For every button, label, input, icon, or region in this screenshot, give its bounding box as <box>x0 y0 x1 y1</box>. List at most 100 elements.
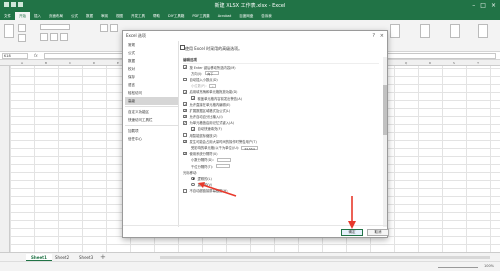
tab-tell-me[interactable]: 告诉我 <box>257 12 276 19</box>
scrollbar-thumb[interactable] <box>383 85 387 135</box>
nav-item-trust-center[interactable]: 信任中心 <box>125 135 178 143</box>
close-window-button[interactable]: × <box>491 2 496 9</box>
checkbox[interactable] <box>183 121 187 125</box>
paste-icon[interactable] <box>4 24 14 38</box>
options-scrollbar[interactable] <box>383 57 387 227</box>
column-header[interactable]: R <box>418 61 442 65</box>
option-label: 方向(I): <box>191 71 203 76</box>
option-label: 逻辑的(L) <box>197 176 212 181</box>
when-cells-spinner[interactable]: 33,554 <box>241 145 258 151</box>
column-header[interactable]: A <box>10 61 34 65</box>
dialog-title: Excel 选项 <box>126 33 146 38</box>
nav-item-add-ins[interactable]: 加载项 <box>125 127 178 135</box>
tab-formulas[interactable]: 公式 <box>67 12 82 19</box>
cut-icon[interactable] <box>18 24 26 32</box>
nav-item-quick-access[interactable]: 快速访问工具栏 <box>125 116 178 124</box>
column-header[interactable]: T <box>466 61 490 65</box>
nav-item-save[interactable]: 保存 <box>125 73 178 81</box>
name-box[interactable]: K18 <box>2 53 28 59</box>
bold-icon[interactable] <box>40 33 48 41</box>
italic-icon[interactable] <box>50 33 58 41</box>
option-label: 覆盖单元格内容前发出警告(A) <box>197 96 242 101</box>
option-label: 自动插入小数点(D) <box>189 77 218 82</box>
tab-pdf-tools[interactable]: PDF工具集 <box>188 12 213 19</box>
tab-diy-toolbox[interactable]: DIY工具箱 <box>164 12 188 19</box>
nav-item-data[interactable]: 数据 <box>125 57 178 65</box>
sheet-tab-sheet1[interactable]: Sheet1 <box>26 254 52 261</box>
checkbox[interactable] <box>183 90 187 94</box>
zoom-level[interactable]: 100% <box>484 264 494 268</box>
checkbox[interactable] <box>183 102 187 106</box>
conditional-format-icon[interactable] <box>390 24 400 38</box>
fx-icon[interactable]: fx <box>34 53 38 58</box>
ribbon-tabs: 文件 开始 插入 页面布局 公式 数据 审阅 视图 开发工具 帮助 DIY工具箱 PDF工具集 Acro… <box>0 12 500 20</box>
copy-icon[interactable] <box>18 34 26 42</box>
column-header[interactable]: S <box>442 61 466 65</box>
tab-data[interactable]: 数据 <box>82 12 97 19</box>
column-header[interactable]: D <box>82 61 106 65</box>
dialog-close-icon[interactable]: × <box>380 33 384 39</box>
nav-item-proofing[interactable]: 校对 <box>125 65 178 73</box>
nav-item-customize-ribbon[interactable]: 自定义功能区 <box>125 108 178 116</box>
tab-home[interactable]: 开始 <box>15 12 30 20</box>
column-header[interactable]: Q <box>394 61 418 65</box>
sheet-tab-sheet3[interactable]: Sheet3 <box>74 254 98 261</box>
add-sheet-button[interactable]: + <box>100 253 106 261</box>
thousands-separator-input[interactable] <box>216 164 231 169</box>
tab-insert[interactable]: 插入 <box>30 12 45 19</box>
nav-item-accessibility[interactable]: 轻松访问 <box>125 89 178 97</box>
checkbox[interactable] <box>183 133 187 137</box>
checkbox[interactable] <box>191 96 195 100</box>
excel-options-dialog: Excel 选项 ? × 常规 公式 数据 校对 保存 语言 轻松访问 高级 自… <box>122 30 389 238</box>
column-header[interactable]: C <box>58 61 82 65</box>
decimal-places-spinner[interactable]: 2 <box>208 83 217 89</box>
tab-developer[interactable]: 开发工具 <box>127 12 149 19</box>
tab-file[interactable]: 文件 <box>0 12 15 19</box>
tab-help[interactable]: 帮助 <box>149 12 164 19</box>
ok-button[interactable]: 确定 <box>341 229 363 236</box>
option-no-hyperlink[interactable]: 不自动超链接屏幕截图(H) <box>183 188 379 194</box>
tab-review[interactable]: 审阅 <box>97 12 112 19</box>
font-select[interactable] <box>40 24 70 30</box>
radio-button[interactable] <box>191 182 195 187</box>
checkbox[interactable] <box>183 114 187 119</box>
decimal-separator-input[interactable] <box>216 157 231 162</box>
nav-item-general[interactable]: 常规 <box>125 41 178 49</box>
zoom-slider[interactable] <box>438 267 478 268</box>
checkbox[interactable] <box>183 151 187 156</box>
tab-view[interactable]: 视图 <box>112 12 127 19</box>
minimize-button[interactable]: – <box>472 2 475 9</box>
checkbox[interactable] <box>191 127 195 131</box>
align-left-icon[interactable] <box>100 24 108 32</box>
add-in-icon[interactable] <box>478 24 488 38</box>
sheet-tab-sheet2[interactable]: Sheet2 <box>50 254 74 261</box>
find-select-icon[interactable] <box>450 24 460 38</box>
nav-item-formulas[interactable]: 公式 <box>125 49 178 57</box>
underline-icon[interactable] <box>60 33 68 41</box>
horizontal-scrollbar[interactable] <box>160 256 490 259</box>
nav-item-advanced[interactable]: 高级 <box>125 97 178 105</box>
direction-select[interactable]: 向下 <box>205 71 220 76</box>
option-label: 扩展数据区域格式及公式(L) <box>189 108 231 113</box>
sort-filter-icon[interactable] <box>420 24 430 38</box>
options-scroll-area[interactable]: 编辑选项 按 Enter 键后移动所选内容(M) 方向(I):向下 自动插入小数… <box>183 57 379 227</box>
option-label: 用智能鼠标缩放(Z) <box>189 133 218 138</box>
checkbox[interactable] <box>183 77 187 82</box>
dialog-titlebar: Excel 选项 ? × <box>123 31 387 41</box>
sheet-tab-bar: Sheet1 Sheet2 Sheet3 + <box>0 252 500 261</box>
checkbox[interactable] <box>183 108 187 113</box>
nav-item-language[interactable]: 语言 <box>125 81 178 89</box>
checkbox[interactable] <box>183 139 187 143</box>
cancel-button[interactable]: 取消 <box>367 229 389 236</box>
checkbox[interactable] <box>183 189 187 193</box>
tab-acrobat[interactable]: Acrobat <box>214 12 236 18</box>
maximize-button[interactable]: □ <box>480 2 486 9</box>
checkbox[interactable] <box>183 65 187 69</box>
align-center-icon[interactable] <box>110 24 118 32</box>
help-icon[interactable]: ? <box>372 33 375 39</box>
tab-baidu[interactable]: 百度网盘 <box>235 12 257 19</box>
column-header[interactable]: B <box>34 61 58 65</box>
option-label: 启用填充柄和单元格拖放功能(D) <box>189 90 238 95</box>
tab-page-layout[interactable]: 页面布局 <box>45 12 67 19</box>
radio-button[interactable] <box>191 176 195 181</box>
